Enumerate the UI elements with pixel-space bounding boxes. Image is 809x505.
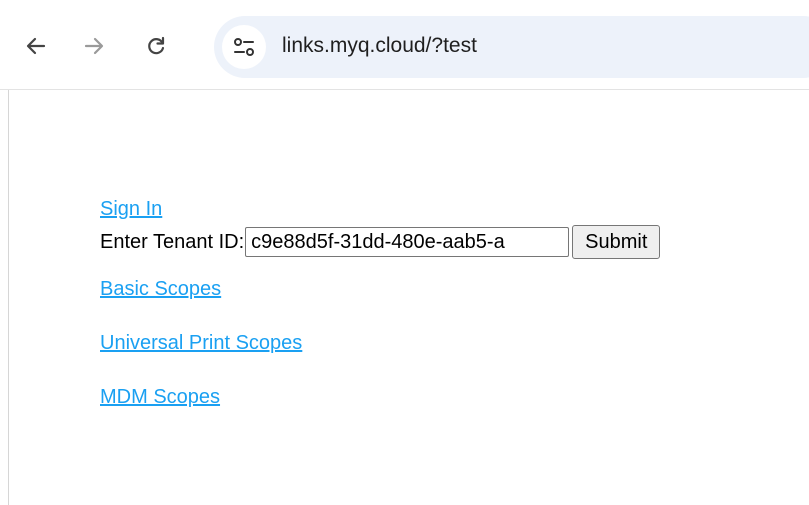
page-content: Sign In Enter Tenant ID: Submit Basic Sc… (100, 198, 661, 412)
tenant-row: Enter Tenant ID: Submit (100, 224, 661, 260)
arrow-left-icon (26, 37, 46, 55)
universal-print-scopes-link[interactable]: Universal Print Scopes (100, 332, 302, 355)
reload-icon (148, 36, 165, 55)
tune-icon (234, 38, 254, 56)
browser-toolbar: links.myq.cloud/?test (0, 0, 809, 90)
tenant-id-input[interactable] (245, 227, 570, 257)
back-button[interactable] (20, 30, 52, 62)
tenant-label: Enter Tenant ID: (100, 230, 245, 253)
sign-in-link[interactable]: Sign In (100, 198, 162, 221)
reload-button[interactable] (140, 30, 172, 62)
basic-scopes-link[interactable]: Basic Scopes (100, 278, 221, 301)
forward-button[interactable] (78, 30, 110, 62)
site-info-button[interactable] (222, 25, 266, 69)
mdm-scopes-link[interactable]: MDM Scopes (100, 386, 220, 409)
arrow-right-icon (84, 37, 104, 55)
submit-button[interactable]: Submit (572, 225, 661, 259)
address-bar[interactable]: links.myq.cloud/?test (214, 16, 809, 78)
url-text[interactable]: links.myq.cloud/?test (282, 34, 477, 58)
